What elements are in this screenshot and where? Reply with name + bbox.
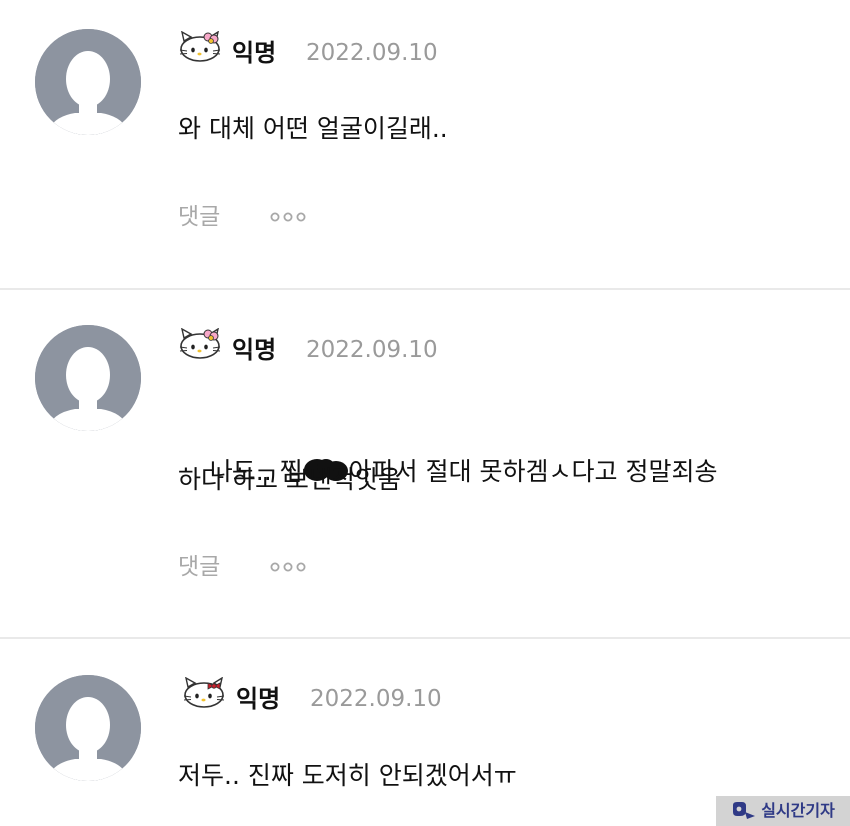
default-profile-icon[interactable]	[35, 325, 141, 431]
comment-author: 익명	[232, 39, 277, 67]
more-dots-icon[interactable]	[268, 551, 308, 583]
hello-kitty-icon	[179, 328, 221, 359]
reply-button[interactable]: 댓글	[178, 201, 220, 233]
watermark-logo-icon	[733, 802, 756, 819]
comment-author: 익명	[232, 336, 277, 364]
default-profile-icon[interactable]	[35, 675, 141, 781]
watermark-text: 실시간기자	[761, 801, 835, 820]
watermark: 실시간기자	[716, 796, 850, 826]
comment-date: 2022.09.10	[310, 686, 442, 712]
comment-date: 2022.09.10	[306, 337, 438, 363]
reply-button[interactable]: 댓글	[178, 551, 220, 583]
comment-item: 익명 2022.09.10 와 대체 어떤 얼굴이길래.. 댓글	[0, 0, 850, 289]
more-dots-icon[interactable]	[268, 201, 308, 233]
hello-kitty-icon	[179, 31, 221, 62]
default-profile-icon[interactable]	[35, 29, 141, 135]
comment-text-line: 하다 하고 보낸적잇음	[178, 465, 401, 494]
hello-kitty-icon	[183, 677, 225, 708]
comment-text: 저두.. 진짜 도저히 안되겠어서ㅠ	[178, 761, 517, 790]
comment-text: 와 대체 어떤 얼굴이길래..	[178, 114, 448, 143]
comment-author: 익명	[236, 685, 281, 713]
comment-date: 2022.09.10	[306, 40, 438, 66]
comment-item: 익명 2022.09.10 나도.. 찜 아파서 절대 못하겜ㅅ다고 정말죄송 하…	[0, 290, 850, 638]
